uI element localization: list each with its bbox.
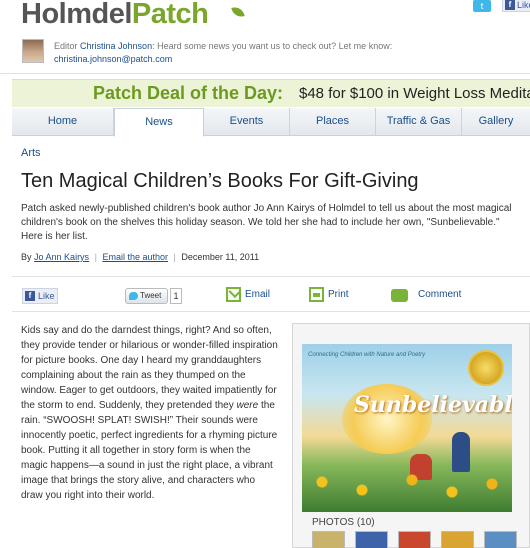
tweet-count: 1 (170, 288, 182, 304)
comment-label: Comment (418, 289, 462, 300)
email-author-link[interactable]: Email the author (102, 252, 168, 262)
deal-of-the-day-bar[interactable]: Patch Deal of the Day: $48 for $100 in W… (12, 79, 530, 107)
byline-separator: | (173, 252, 176, 262)
editor-avatar (22, 39, 44, 63)
print-icon (309, 287, 324, 302)
photos-label: PHOTOS (10) (312, 517, 375, 528)
comment-icon (391, 289, 408, 302)
editor-message-text: : Heard some news you want us to check o… (152, 41, 393, 51)
tab-gallery[interactable]: Gallery (462, 108, 530, 136)
body-text-part1: Kids say and do the darndest things, rig… (21, 325, 278, 411)
photo-thumbnail[interactable] (441, 531, 474, 548)
facebook-like-button-top[interactable]: f Like (502, 0, 530, 12)
tab-home[interactable]: Home (12, 108, 114, 136)
tab-news[interactable]: News (114, 108, 204, 137)
article-dek: Patch asked newly-published children's b… (21, 203, 512, 242)
tab-events[interactable]: Events (204, 108, 290, 136)
byline: By Jo Ann Kairys | Email the author | De… (21, 252, 259, 262)
article-body: Kids say and do the darndest things, rig… (21, 323, 279, 503)
flowers-illustration (302, 472, 512, 512)
article-date: December 11, 2011 (181, 252, 260, 262)
site-logo[interactable]: HolmdelPatch (21, 0, 209, 31)
body-text-part2: the rain. “SWOOSH! SPLAT! SWISH!” Their … (21, 400, 278, 501)
twitter-follow-icon[interactable]: t (473, 0, 491, 12)
cover-title: Sunbelievable (354, 392, 512, 418)
main-nav: Home News Events Places Traffic & Gas Ga… (12, 108, 530, 137)
editor-bar: Editor Christina Johnson: Heard some new… (0, 36, 530, 74)
print-button[interactable]: Print (309, 287, 349, 303)
leaf-icon (231, 4, 245, 20)
photo-thumbnail[interactable] (398, 531, 431, 548)
photo-thumbnail[interactable] (484, 531, 517, 548)
section-link-arts[interactable]: Arts (21, 147, 41, 159)
logo-holmdel-text: Holmdel (21, 0, 132, 30)
editor-email-link[interactable]: christina.johnson@patch.com (54, 54, 172, 64)
facebook-icon: f (505, 0, 515, 10)
deal-title: Patch Deal of the Day: (93, 83, 284, 103)
tweet-label: Tweet (140, 291, 162, 300)
article-title: Ten Magical Children’s Books For Gift-Gi… (21, 170, 419, 192)
like-label: Like (38, 291, 55, 301)
logo-patch-text: Patch (131, 0, 209, 30)
media-box: Connecting Children with Nature and Poet… (292, 323, 530, 548)
tab-places[interactable]: Places (290, 108, 376, 136)
editor-message: Editor Christina Johnson: Heard some new… (54, 41, 392, 51)
photo-thumbnail[interactable] (312, 531, 345, 548)
email-icon (226, 287, 241, 302)
print-label: Print (328, 289, 349, 300)
site-header: HolmdelPatch t f Like (0, 0, 530, 36)
byline-separator: | (94, 252, 97, 262)
comment-button[interactable]: Comment (391, 287, 461, 303)
child-figure-illustration (452, 432, 470, 472)
editor-name-link[interactable]: Christina Johnson (80, 41, 152, 51)
deal-text: $48 for $100 in Weight Loss Meditation (299, 85, 530, 102)
email-share-button[interactable]: Email (226, 287, 270, 303)
twitter-bird-icon (129, 292, 138, 300)
photo-thumbnail[interactable] (355, 531, 388, 548)
facebook-like-button[interactable]: f Like (22, 288, 58, 304)
cover-subtitle: Connecting Children with Nature and Poet… (308, 352, 426, 358)
body-text-emphasis: were (236, 400, 259, 411)
facebook-icon: f (25, 291, 35, 301)
award-seal-icon (468, 350, 504, 386)
like-top-label: Like (517, 0, 530, 10)
author-link[interactable]: Jo Ann Kairys (34, 252, 89, 262)
book-cover-image[interactable]: Connecting Children with Nature and Poet… (302, 344, 512, 512)
email-label: Email (245, 289, 271, 300)
share-bar: f Like Tweet 1 Email Print Comment (12, 276, 530, 312)
byline-prefix: By (21, 252, 32, 262)
tab-traffic-gas[interactable]: Traffic & Gas (376, 108, 462, 136)
editor-prefix: Editor (54, 41, 78, 51)
tweet-button[interactable]: Tweet (125, 288, 168, 304)
